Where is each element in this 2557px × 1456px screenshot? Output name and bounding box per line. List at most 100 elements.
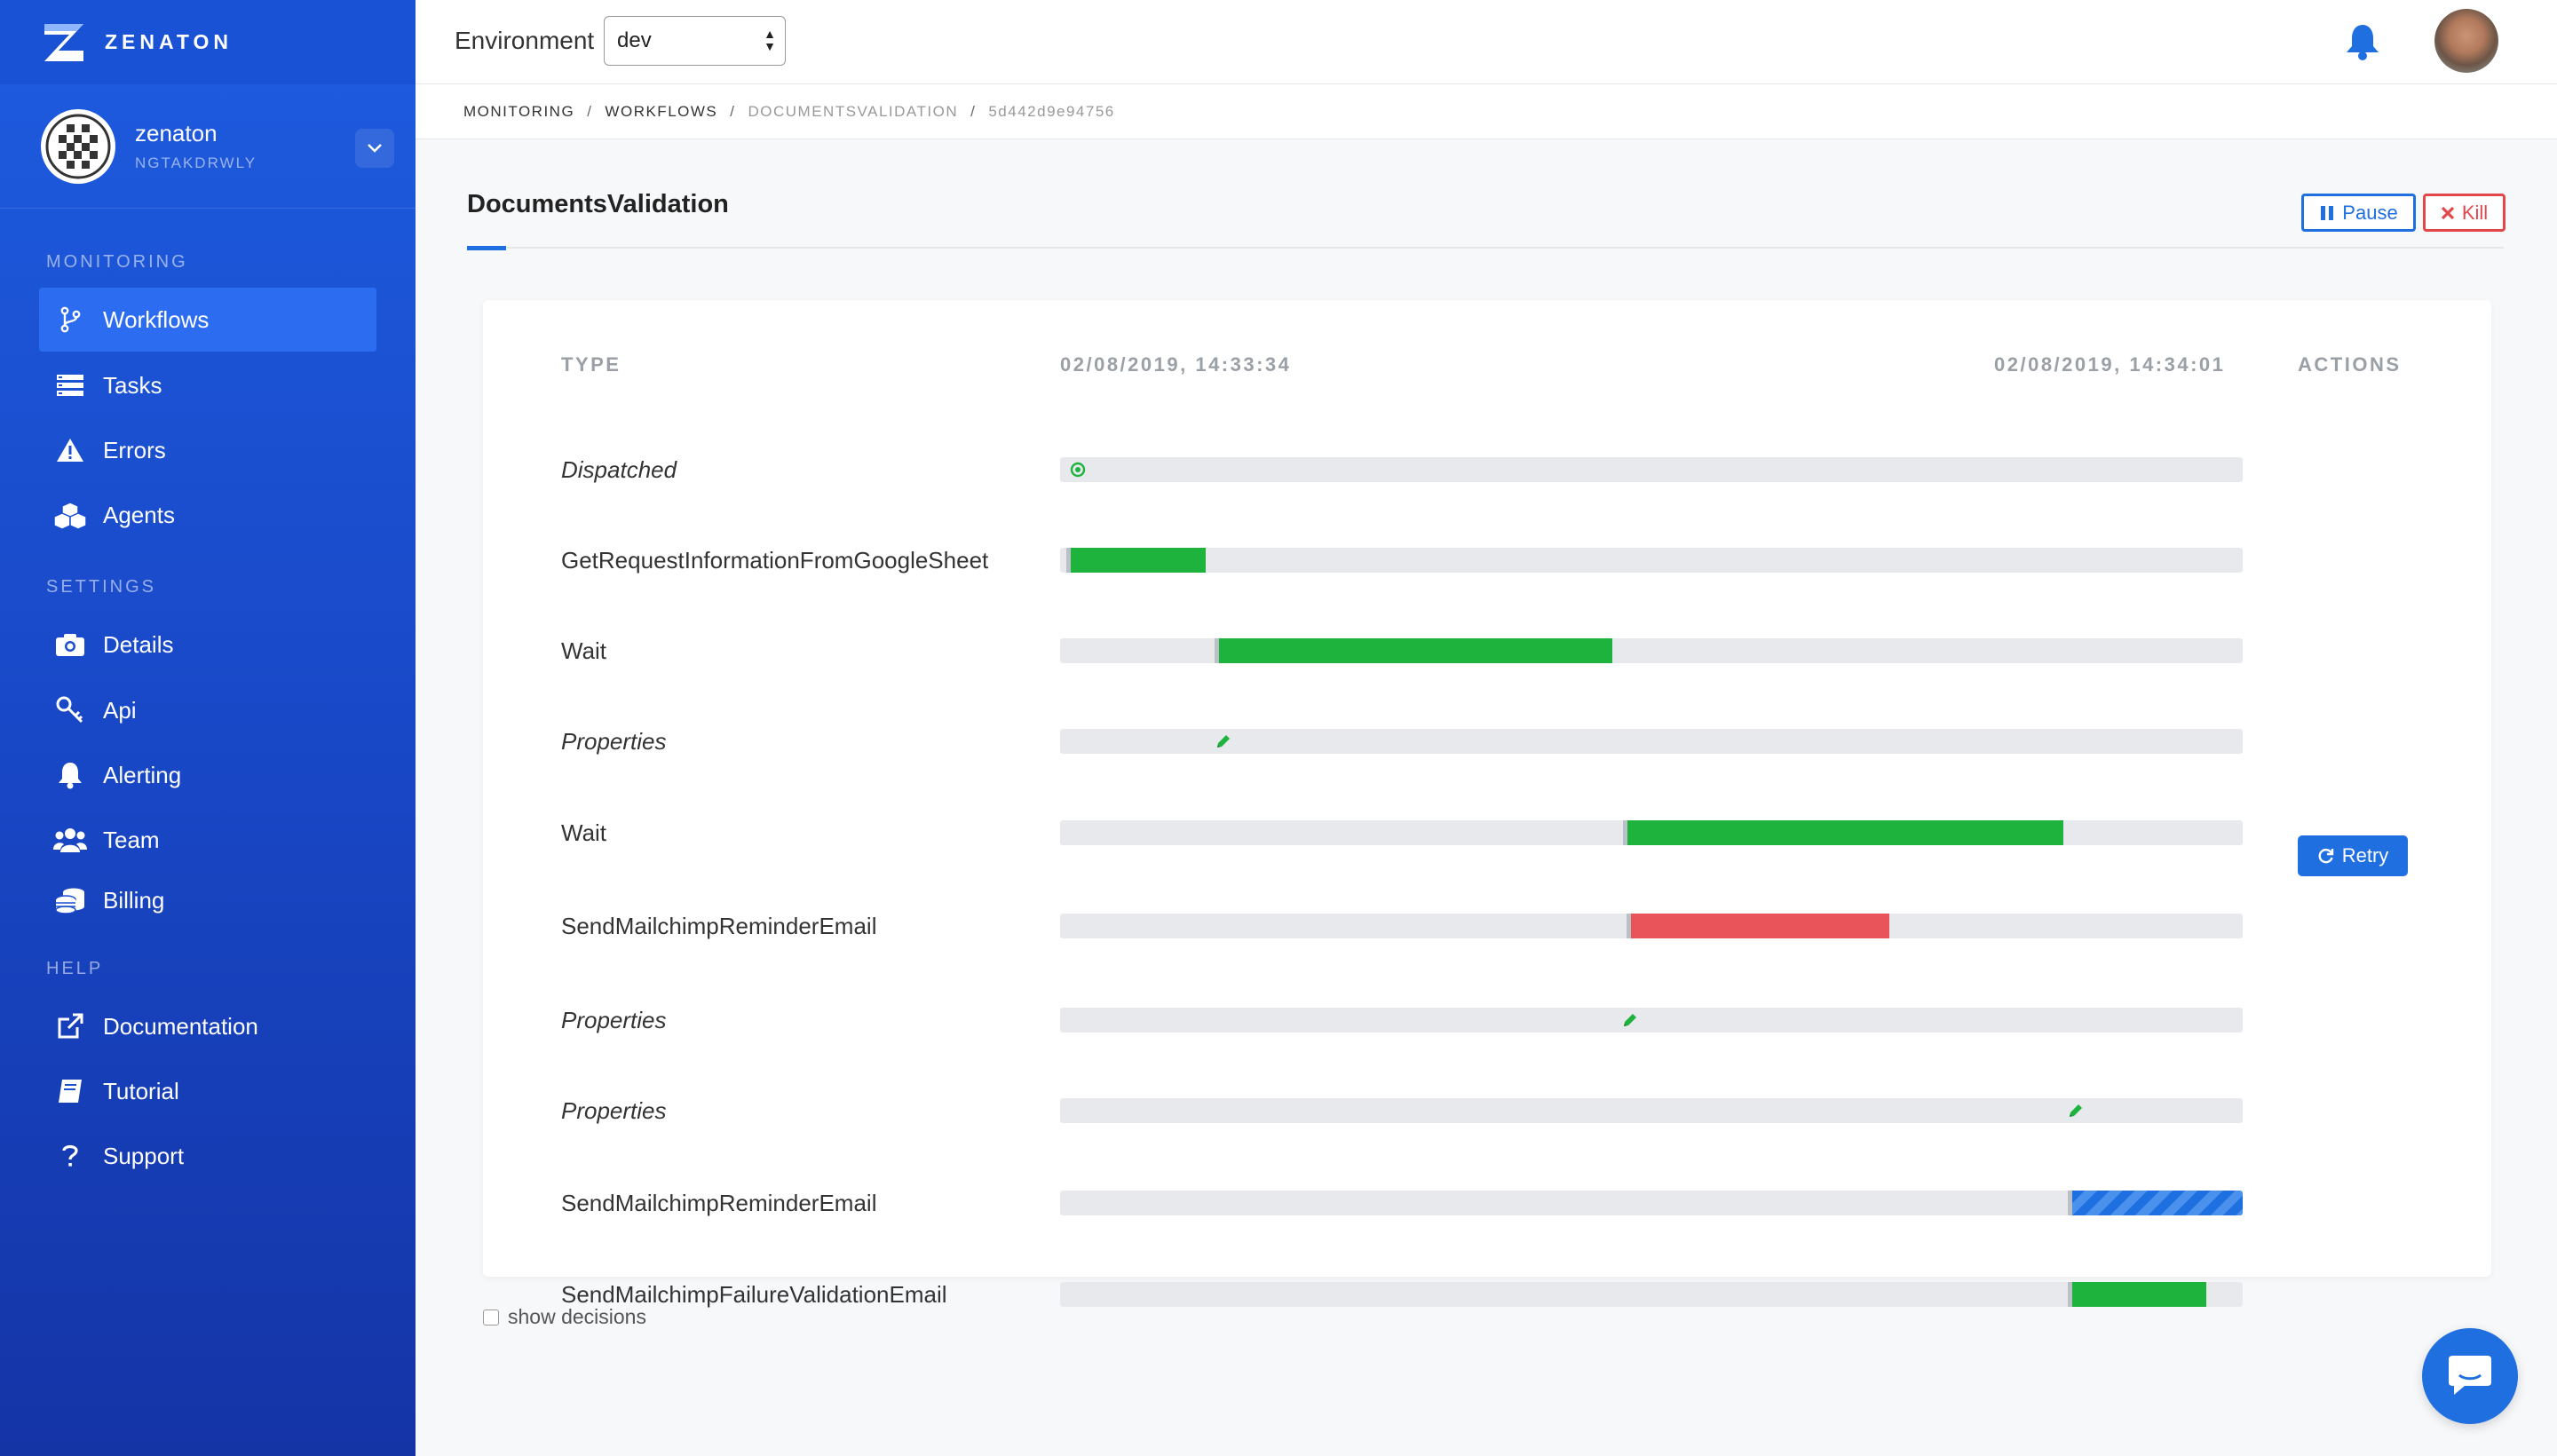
title-divider — [467, 247, 2504, 249]
users-icon — [39, 827, 101, 853]
column-header-end-time: 02/08/2019, 14:34:01 — [1994, 353, 2226, 376]
account-switcher[interactable]: zenaton NGTAKDRWLY — [0, 84, 416, 209]
breadcrumb-monitoring[interactable]: MONITORING — [463, 103, 574, 121]
section-title-settings: SETTINGS — [46, 577, 157, 597]
retry-label: Retry — [2341, 844, 2389, 866]
zenaton-logo-icon — [44, 23, 83, 61]
external-link-icon — [39, 1012, 101, 1041]
sidebar-item-alerting[interactable]: Alerting — [39, 743, 376, 807]
pause-label: Pause — [2342, 201, 2398, 224]
sidebar-item-label: Alerting — [103, 761, 182, 788]
timeline-track — [1060, 548, 2243, 573]
kill-label: Kill — [2461, 201, 2489, 224]
timeline-track — [1060, 729, 2243, 754]
close-icon — [2441, 206, 2454, 219]
timeline-row-type: Wait — [561, 637, 607, 664]
breadcrumb-separator: / — [970, 102, 977, 120]
notification-bell-icon[interactable] — [2342, 21, 2383, 62]
timeline-track — [1060, 1191, 2243, 1215]
chat-icon — [2449, 1356, 2491, 1395]
sidebar-item-label: Support — [103, 1142, 185, 1169]
timeline-row-type: GetRequestInformationFromGoogleSheet — [561, 547, 989, 574]
breadcrumb-instance-id: 5d442d9e94756 — [988, 102, 1115, 120]
tasks-icon — [39, 374, 101, 397]
sidebar-item-label: Tasks — [103, 371, 162, 399]
sidebar-item-details[interactable]: Details — [39, 613, 376, 677]
pencil-icon[interactable] — [1621, 1011, 1639, 1029]
show-decisions-toggle[interactable]: show decisions — [483, 1305, 646, 1329]
sidebar-item-tutorial[interactable]: Tutorial — [39, 1059, 376, 1123]
column-header-type: TYPE — [561, 353, 621, 376]
branch-icon — [39, 306, 101, 333]
timeline-track — [1060, 1098, 2243, 1123]
account-dropdown-toggle[interactable] — [355, 129, 394, 168]
pause-icon — [2321, 205, 2334, 220]
timeline-bar-completed[interactable] — [1071, 548, 1206, 573]
sidebar-item-documentation[interactable]: Documentation — [39, 994, 376, 1058]
sidebar-item-api[interactable]: Api — [39, 678, 376, 742]
retry-button[interactable]: Retry — [2298, 835, 2408, 876]
dispatch-icon[interactable] — [1069, 461, 1087, 479]
timeline-row-type: SendMailchimpReminderEmail — [561, 1190, 877, 1216]
book-icon — [39, 1078, 101, 1104]
breadcrumb-workflows[interactable]: WORKFLOWS — [605, 103, 717, 121]
timeline-bar-completed[interactable] — [2072, 1282, 2206, 1307]
timeline-bar-running[interactable] — [2072, 1191, 2243, 1215]
kill-button[interactable]: Kill — [2423, 194, 2506, 232]
sidebar-item-workflows[interactable]: Workflows — [39, 288, 376, 352]
coins-icon — [39, 887, 101, 914]
sidebar-item-label: Details — [103, 630, 174, 658]
pause-button[interactable]: Pause — [2301, 194, 2416, 232]
sidebar-item-billing[interactable]: Billing — [39, 868, 376, 932]
timeline-track — [1060, 914, 2243, 938]
title-accent — [467, 246, 506, 250]
timeline-track — [1060, 820, 2243, 845]
bell-icon — [39, 761, 101, 789]
cubes-icon — [39, 501, 101, 529]
sidebar-item-label: Billing — [103, 886, 165, 914]
environment-label: Environment — [455, 27, 595, 54]
timeline-track — [1060, 457, 2243, 482]
top-bar: Environment dev ▲ ▼ — [416, 0, 2557, 84]
timeline-row-type: Properties — [561, 1097, 667, 1124]
pencil-icon[interactable] — [2067, 1102, 2085, 1120]
account-logo-icon — [45, 114, 111, 178]
refresh-icon — [2318, 849, 2333, 864]
sidebar-item-errors[interactable]: Errors — [39, 418, 376, 482]
sidebar-item-tasks[interactable]: Tasks — [39, 353, 376, 417]
timeline-bar-failed[interactable] — [1631, 914, 1889, 938]
pencil-icon[interactable] — [1215, 732, 1232, 750]
account-name: zenaton — [135, 120, 218, 146]
timeline-row-type: Dispatched — [561, 456, 677, 483]
timeline-row-type: Properties — [561, 728, 667, 755]
account-avatar — [41, 108, 115, 184]
sidebar-item-team[interactable]: Team — [39, 808, 376, 872]
timeline-track — [1060, 1008, 2243, 1033]
timeline-bar-completed[interactable] — [1627, 820, 2063, 845]
timeline-bar-completed[interactable] — [1219, 638, 1612, 663]
environment-select[interactable]: dev ▲ ▼ — [604, 16, 786, 66]
brand-name: ZENATON — [105, 30, 234, 53]
brand[interactable]: ZENATON — [0, 0, 416, 84]
page-title: DocumentsValidation — [467, 190, 729, 218]
select-arrows-icon: ▲ ▼ — [764, 27, 776, 53]
sidebar-item-support[interactable]: Support — [39, 1124, 376, 1188]
sidebar-item-agents[interactable]: Agents — [39, 483, 376, 547]
sidebar-item-label: Api — [103, 696, 137, 724]
section-title-monitoring: MONITORING — [46, 252, 188, 272]
sidebar: ZENATON zenaton NGTAKDRWLY MONITORING Wo… — [0, 0, 416, 1456]
section-title-help: HELP — [46, 959, 104, 978]
sidebar-item-label: Errors — [103, 436, 166, 463]
breadcrumb-separator: / — [730, 102, 736, 120]
warning-icon — [39, 438, 101, 463]
breadcrumb-separator: / — [587, 102, 593, 120]
breadcrumb-workflow-name[interactable]: DOCUMENTSVALIDATION — [748, 103, 959, 121]
show-decisions-checkbox[interactable] — [483, 1309, 499, 1325]
timeline-row-type: Wait — [561, 819, 607, 846]
chevron-down-icon — [368, 144, 382, 153]
sidebar-item-label: Team — [103, 826, 160, 853]
breadcrumb: MONITORING / WORKFLOWS / DOCUMENTSVALIDA… — [416, 84, 2557, 139]
sidebar-item-label: Agents — [103, 501, 175, 528]
chat-launcher-button[interactable] — [2422, 1328, 2518, 1424]
user-avatar[interactable] — [2434, 9, 2498, 73]
